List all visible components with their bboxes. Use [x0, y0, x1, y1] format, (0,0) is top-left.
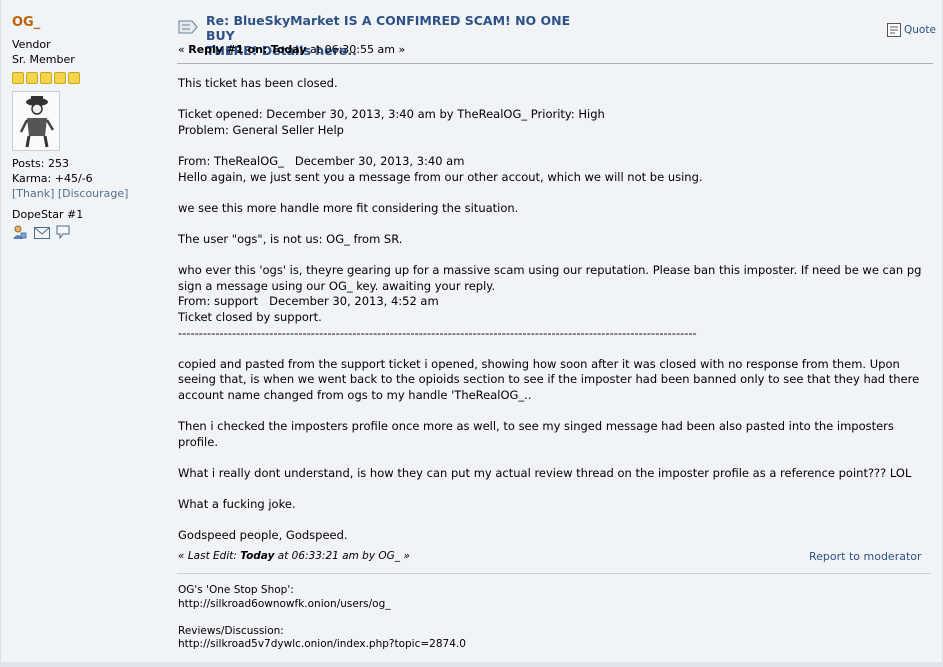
signature-link[interactable]: http://silkroad5v7dywlc.onion/index.php?…	[178, 638, 466, 652]
body-text: From: TheRealOG_ December 30, 2013, 3:40…	[178, 153, 465, 168]
signature: OG's 'One Stop Shop': http://silkroad6ow…	[178, 584, 466, 652]
body-text: Godspeed people, Godspeed.	[178, 528, 348, 543]
subject-line-1: Re: BlueSkyMarket IS A CONFIMRED SCAM! N…	[206, 13, 571, 43]
edit-label: Last Edit:	[187, 550, 237, 562]
body-text: who ever this 'ogs' is, theyre gearing u…	[178, 263, 922, 293]
body-text: Problem: General Seller Help	[178, 122, 344, 137]
post-time: at 06:30:55 am	[310, 43, 395, 56]
star-icon	[26, 72, 38, 84]
last-edit: « Last Edit: Today at 06:33:21 am by OG_…	[178, 550, 410, 562]
poster-name-link[interactable]: OG_	[12, 15, 162, 30]
divider	[177, 63, 933, 64]
email-icon[interactable]	[33, 226, 50, 242]
star-icon	[12, 72, 24, 84]
post-meta: « Reply #1 on: Today at 06:30:55 am »	[178, 43, 405, 56]
edit-time: at 06:33:21 am by OG_	[277, 550, 401, 562]
quote-label: Quote	[904, 24, 936, 36]
post-count: Posts: 253	[12, 157, 69, 170]
edit-open: «	[178, 550, 185, 562]
meta-close: »	[398, 43, 406, 56]
edit-close: »	[403, 550, 410, 562]
body-text: Ticket closed by support.	[178, 309, 322, 324]
post-body: This ticket has been closed. Ticket open…	[178, 76, 928, 544]
rank-stars	[12, 72, 162, 84]
contact-icons	[12, 225, 162, 243]
report-to-moderator-link[interactable]: Report to moderator	[809, 550, 922, 563]
topic-icon	[178, 19, 198, 38]
karma: Karma: +45/-6	[12, 172, 93, 185]
dashed-separator: ----------------------------------------…	[178, 325, 697, 340]
avatar-figure-icon	[13, 92, 59, 150]
reply-number: Reply #1 on:	[188, 43, 268, 56]
signature-link[interactable]: http://silkroad6ownowfk.onion/users/og_	[178, 598, 466, 612]
body-text: Ticket opened: December 30, 2013, 3:40 a…	[178, 107, 605, 122]
star-icon	[40, 72, 52, 84]
meta-today: Today	[270, 43, 307, 56]
star-icon	[54, 72, 66, 84]
poster-info: OG_ Vendor Sr. Member Posts: 253 Karma: …	[12, 15, 162, 243]
meta-open: «	[178, 43, 185, 56]
avatar	[12, 91, 60, 151]
body-text: Then i checked the imposters profile onc…	[178, 419, 894, 449]
member-group: Vendor	[12, 38, 51, 51]
member-rank: Sr. Member	[12, 53, 75, 66]
award: DopeStar #1	[12, 208, 84, 221]
body-text: The user "ogs", is not us: OG_ from SR.	[178, 231, 403, 246]
body-text: This ticket has been closed.	[178, 76, 338, 90]
signature-text: OG's 'One Stop Shop':	[178, 584, 294, 596]
pm-icon[interactable]	[56, 225, 70, 243]
body-text: What a fucking joke.	[178, 497, 296, 512]
signature-text: Reviews/Discussion:	[178, 624, 284, 637]
thank-link[interactable]: [Thank]	[12, 187, 54, 200]
body-text: copied and pasted from the support ticke…	[178, 356, 920, 402]
post-container: OG_ Vendor Sr. Member Posts: 253 Karma: …	[0, 0, 943, 662]
body-text: we see this more handle more fit conside…	[178, 200, 519, 215]
quote-button[interactable]: Quote	[887, 23, 936, 37]
profile-icon[interactable]	[12, 225, 27, 243]
body-text: What i really dont understand, is how th…	[178, 465, 912, 480]
body-text: From: support December 30, 2013, 4:52 am	[178, 294, 439, 309]
star-icon	[68, 72, 80, 84]
post-bottom-border	[0, 662, 943, 667]
quote-icon	[887, 23, 901, 37]
signature-divider	[177, 573, 931, 574]
discourage-link[interactable]: [Discourage]	[58, 187, 129, 200]
edit-today: Today	[240, 550, 275, 562]
body-text: Hello again, we just sent you a message …	[178, 169, 703, 184]
